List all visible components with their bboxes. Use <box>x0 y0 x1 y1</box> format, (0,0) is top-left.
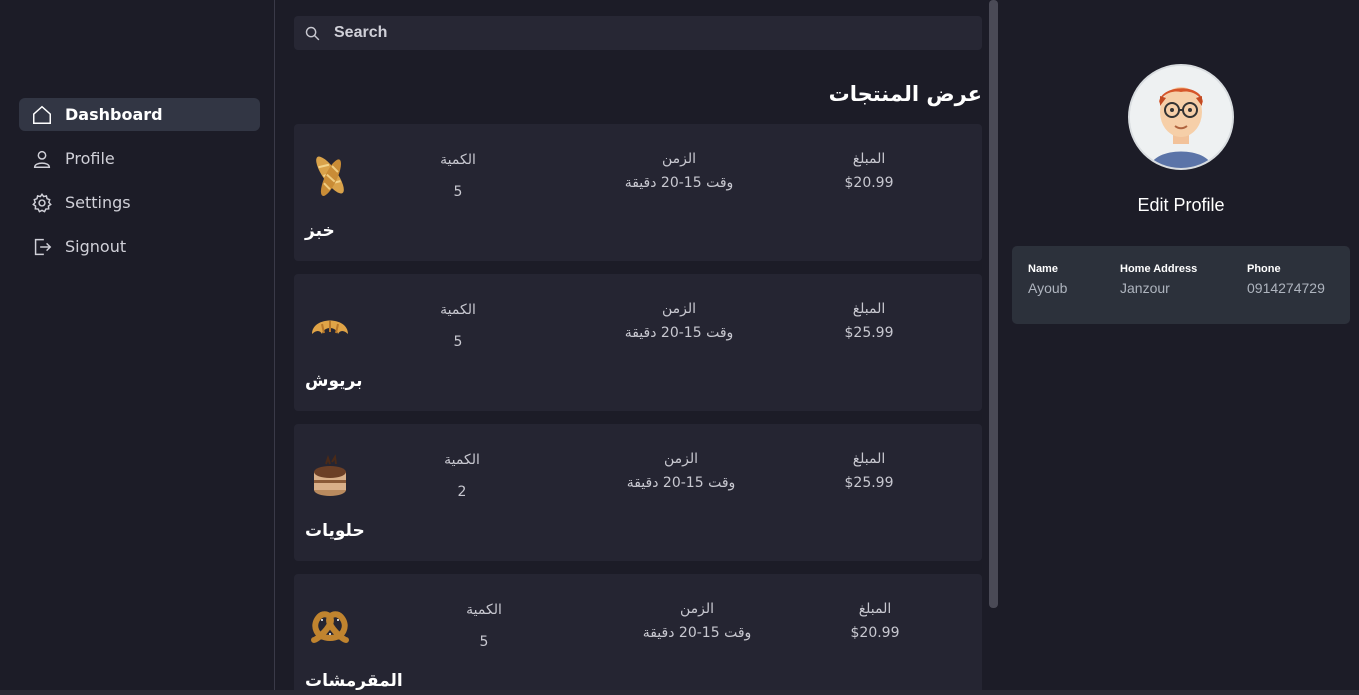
home-icon <box>31 104 53 126</box>
time-column: الزمن وقت 15-20 دقيقة <box>612 601 782 641</box>
profile-info-card: Name Ayoub Home Address Janzour Phone 09… <box>1012 246 1350 324</box>
name-value: Ayoub <box>1028 280 1068 296</box>
sidebar-item-dashboard[interactable]: Dashboard <box>19 98 260 131</box>
sidebar-item-settings[interactable]: Settings <box>19 186 260 219</box>
name-field: Name Ayoub <box>1028 263 1067 296</box>
price-column: المبلغ $25.99 <box>834 301 904 341</box>
product-name: بريوش <box>305 371 363 391</box>
quantity-label: الكمية <box>466 602 502 618</box>
page-title: عرض المنتجات <box>828 82 982 106</box>
quantity-value: 5 <box>479 634 489 650</box>
main-scrollbar[interactable] <box>989 0 998 608</box>
price-value: $25.99 <box>844 325 894 341</box>
price-value: $20.99 <box>844 175 894 191</box>
sidebar-item-signout[interactable]: Signout <box>19 230 260 263</box>
main-content: عرض المنتجات خبز الكمية 5 <box>276 0 992 690</box>
time-value: وقت 15-20 دقيقة <box>642 625 752 641</box>
quantity-value: 5 <box>453 184 463 200</box>
quantity-value: 2 <box>457 484 467 500</box>
baguette-icon <box>308 150 352 200</box>
address-field: Home Address Janzour <box>1120 263 1197 296</box>
quantity-column: الكمية 2 <box>432 452 492 500</box>
sidebar: Dashboard Profile Settings Signout <box>4 0 275 690</box>
price-column: المبلغ $20.99 <box>840 601 910 641</box>
user-icon <box>31 148 53 170</box>
quantity-label: الكمية <box>444 452 480 468</box>
time-column: الزمن وقت 15-20 دقيقة <box>596 451 766 491</box>
cake-icon <box>308 450 352 500</box>
product-card[interactable]: خبز الكمية 5 الزمن وقت 15-20 دقيقة المبل… <box>294 124 982 261</box>
avatar[interactable] <box>1128 64 1234 170</box>
quantity-column: الكمية 5 <box>428 302 488 350</box>
time-column: الزمن وقت 15-20 دقيقة <box>594 151 764 191</box>
time-label: الزمن <box>661 151 697 167</box>
gear-icon <box>31 192 53 214</box>
address-label: Home Address <box>1120 263 1198 275</box>
address-value: Janzour <box>1120 280 1170 296</box>
search-bar[interactable] <box>294 16 982 50</box>
window-bottom-border <box>0 690 1359 695</box>
time-label: الزمن <box>661 301 697 317</box>
search-icon <box>304 24 322 42</box>
time-value: وقت 15-20 دقيقة <box>626 475 736 491</box>
product-name: خبز <box>305 221 335 241</box>
phone-value: 0914274729 <box>1247 280 1325 296</box>
time-column: الزمن وقت 15-20 دقيقة <box>594 301 764 341</box>
signout-icon <box>31 236 53 258</box>
price-column: المبلغ $25.99 <box>834 451 904 491</box>
edit-profile-button[interactable]: Edit Profile <box>1100 195 1262 216</box>
quantity-value: 5 <box>453 334 463 350</box>
time-label: الزمن <box>679 601 715 617</box>
product-name: حلويات <box>305 521 365 541</box>
time-label: الزمن <box>663 451 699 467</box>
pretzel-icon <box>308 600 352 650</box>
product-name: المقرمشات <box>305 671 403 690</box>
product-card[interactable]: المقرمشات الكمية 5 الزمن وقت 15-20 دقيقة… <box>294 574 982 690</box>
time-value: وقت 15-20 دقيقة <box>624 175 734 191</box>
quantity-label: الكمية <box>440 302 476 318</box>
name-label: Name <box>1028 263 1058 275</box>
price-label: المبلغ <box>852 151 886 167</box>
quantity-label: الكمية <box>440 152 476 168</box>
phone-field: Phone 0914274729 <box>1247 263 1325 296</box>
price-column: المبلغ $20.99 <box>834 151 904 191</box>
croissant-icon <box>308 300 352 350</box>
price-label: المبلغ <box>858 601 892 617</box>
quantity-column: الكمية 5 <box>428 152 488 200</box>
price-value: $25.99 <box>844 475 894 491</box>
sidebar-item-profile[interactable]: Profile <box>19 142 260 175</box>
sidebar-item-label: Settings <box>65 193 131 212</box>
profile-panel: Edit Profile Name Ayoub Home Address Jan… <box>1000 0 1359 690</box>
phone-label: Phone <box>1247 263 1281 275</box>
product-card[interactable]: حلويات الكمية 2 الزمن وقت 15-20 دقيقة ال… <box>294 424 982 561</box>
product-card[interactable]: بريوش الكمية 5 الزمن وقت 15-20 دقيقة الم… <box>294 274 982 411</box>
sidebar-item-label: Profile <box>65 149 115 168</box>
time-value: وقت 15-20 دقيقة <box>624 325 734 341</box>
app-window: Dashboard Profile Settings Signout Searc… <box>0 0 1359 695</box>
sidebar-item-label: Signout <box>65 237 127 256</box>
search-input[interactable] <box>332 23 936 43</box>
price-label: المبلغ <box>852 451 886 467</box>
price-value: $20.99 <box>850 625 900 641</box>
quantity-column: الكمية 5 <box>454 602 514 650</box>
price-label: المبلغ <box>852 301 886 317</box>
sidebar-item-label: Dashboard <box>65 105 163 124</box>
